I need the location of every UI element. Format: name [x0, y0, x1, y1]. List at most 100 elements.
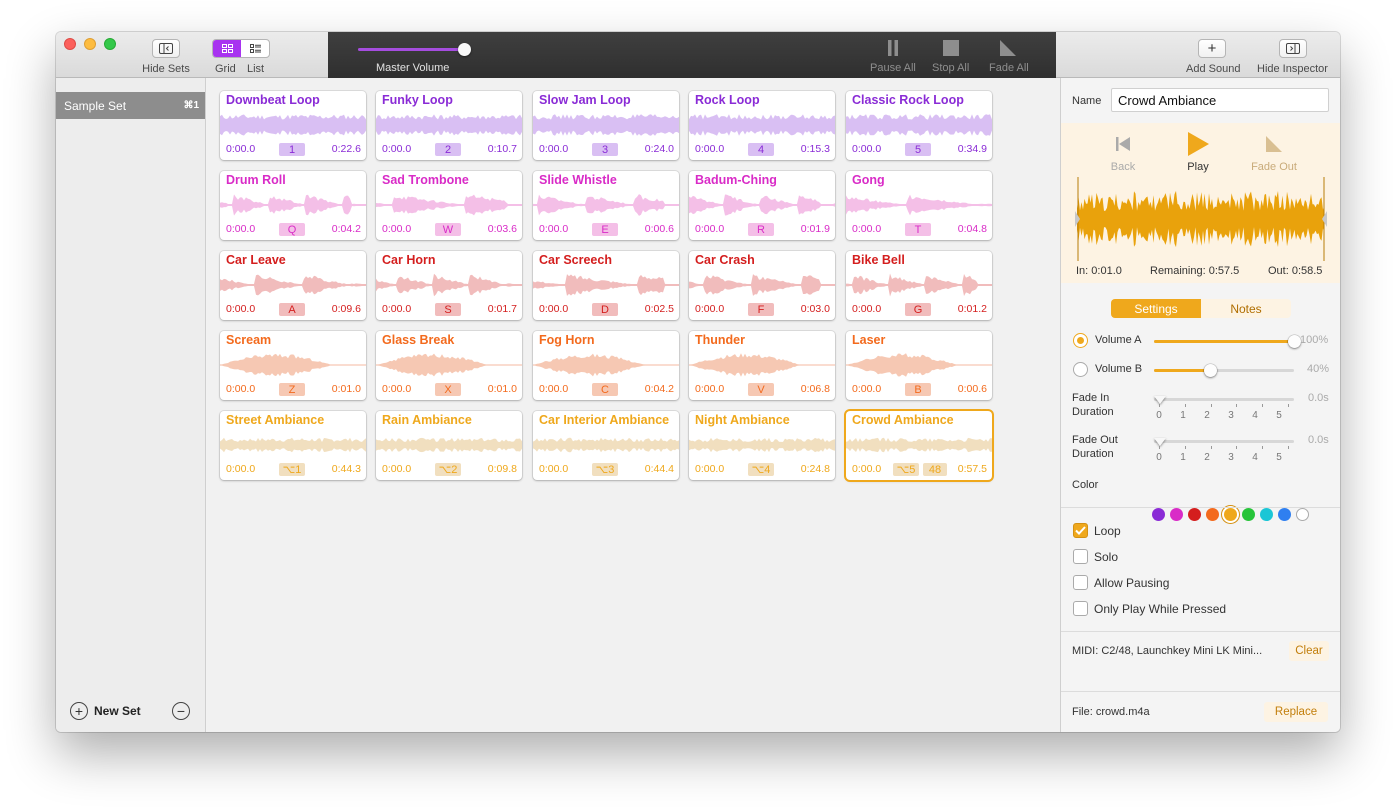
- inspector-tabs[interactable]: Settings Notes: [1111, 299, 1291, 318]
- waveform-shape: [689, 194, 835, 216]
- sound-tile[interactable]: Gong 0:00.0 T 0:04.8: [846, 171, 992, 240]
- start-time: 0:00.0: [852, 143, 882, 155]
- sound-tile[interactable]: Car Horn 0:00.0 S 0:01.7: [376, 251, 522, 320]
- hotkey-badge: ⌥5: [893, 463, 919, 476]
- set-item-sample-set[interactable]: Sample Set ⌘1: [56, 92, 205, 119]
- volume-b-knob[interactable]: [1204, 364, 1217, 377]
- sound-tile[interactable]: Car Interior Ambiance 0:00.0 ⌥3 0:44.4: [533, 411, 679, 480]
- sound-tile[interactable]: Drum Roll 0:00.0 Q 0:04.2: [220, 171, 366, 240]
- sound-tile[interactable]: Rock Loop 0:00.0 4 0:15.3: [689, 91, 835, 160]
- sound-tile[interactable]: Thunder 0:00.0 V 0:06.8: [689, 331, 835, 400]
- list-view-button[interactable]: [241, 40, 269, 57]
- sound-tile[interactable]: Classic Rock Loop 0:00.0 5 0:34.9: [846, 91, 992, 160]
- hide-sets-button[interactable]: [152, 39, 180, 58]
- sound-tile[interactable]: Fog Horn 0:00.0 C 0:04.2: [533, 331, 679, 400]
- fade-in-slider[interactable]: [1154, 398, 1294, 401]
- play-label: Play: [1187, 161, 1209, 173]
- fade-out-button[interactable]: Fade Out: [1249, 133, 1299, 173]
- volume-a-percent: 100%: [1300, 334, 1329, 346]
- color-swatch[interactable]: [1206, 508, 1219, 521]
- sound-tile[interactable]: Scream 0:00.0 Z 0:01.0: [220, 331, 366, 400]
- scale-5: 5: [1276, 452, 1282, 463]
- sound-tile-name: Downbeat Loop: [226, 93, 320, 107]
- sound-tile[interactable]: Car Leave 0:00.0 A 0:09.6: [220, 251, 366, 320]
- waveform-thumbnail: [533, 114, 679, 136]
- clear-midi-button[interactable]: Clear: [1289, 641, 1329, 661]
- scale-4: 4: [1252, 452, 1258, 463]
- fade-in-handle[interactable]: [1154, 396, 1166, 404]
- sound-tile[interactable]: Slow Jam Loop 0:00.0 3 0:24.0: [533, 91, 679, 160]
- solo-checkbox[interactable]: [1073, 549, 1088, 564]
- color-swatch[interactable]: [1152, 508, 1165, 521]
- set-item-shortcut: ⌘1: [183, 100, 199, 111]
- tab-settings[interactable]: Settings: [1111, 299, 1201, 318]
- sound-tile[interactable]: Downbeat Loop 0:00.0 1 0:22.6: [220, 91, 366, 160]
- hide-sets-label: Hide Sets: [142, 63, 190, 75]
- color-swatch[interactable]: [1260, 508, 1273, 521]
- hotkey-badge: ⌥1: [279, 463, 305, 476]
- sound-tile[interactable]: Car Screech 0:00.0 D 0:02.5: [533, 251, 679, 320]
- color-swatch[interactable]: [1296, 508, 1309, 521]
- set-item-label: Sample Set: [64, 98, 127, 113]
- plus-icon: +: [1207, 40, 1217, 57]
- sound-tile-name: Fog Horn: [539, 333, 595, 347]
- sound-tile[interactable]: Rain Ambiance 0:00.0 ⌥2 0:09.8: [376, 411, 522, 480]
- fade-out-slider[interactable]: [1154, 440, 1294, 443]
- color-swatch[interactable]: [1242, 508, 1255, 521]
- hide-inspector-button[interactable]: [1279, 39, 1307, 58]
- replace-file-button[interactable]: Replace: [1264, 702, 1328, 722]
- fade-out-handle[interactable]: [1154, 438, 1166, 446]
- waveform-thumbnail: [220, 274, 366, 296]
- hotkey-badge: S: [435, 303, 461, 316]
- master-volume-slider[interactable]: [358, 48, 466, 51]
- minimize-window-button[interactable]: [84, 38, 96, 50]
- sound-tile[interactable]: Crowd Ambiance 0:00.0 ⌥5 48 0:57.5: [846, 411, 992, 480]
- loop-checkbox[interactable]: [1073, 523, 1088, 538]
- sound-tile[interactable]: Laser 0:00.0 B 0:00.6: [846, 331, 992, 400]
- add-sound-button[interactable]: +: [1198, 39, 1226, 58]
- close-window-button[interactable]: [64, 38, 76, 50]
- tab-notes[interactable]: Notes: [1201, 299, 1291, 318]
- start-time: 0:00.0: [382, 383, 412, 395]
- sound-tile[interactable]: Badum-Ching 0:00.0 R 0:01.9: [689, 171, 835, 240]
- volume-a-slider[interactable]: [1154, 335, 1301, 348]
- sound-tile[interactable]: Glass Break 0:00.0 X 0:01.0: [376, 331, 522, 400]
- master-volume-knob[interactable]: [458, 43, 471, 56]
- sound-tile[interactable]: Night Ambiance 0:00.0 ⌥4 0:24.8: [689, 411, 835, 480]
- sound-tile[interactable]: Car Crash 0:00.0 F 0:03.0: [689, 251, 835, 320]
- name-field[interactable]: Crowd Ambiance: [1111, 88, 1329, 112]
- grid-view-button[interactable]: [213, 40, 241, 57]
- sound-tile[interactable]: Sad Trombone 0:00.0 W 0:03.6: [376, 171, 522, 240]
- new-set-button[interactable]: + New Set: [70, 702, 141, 720]
- volume-b-radio[interactable]: [1073, 362, 1088, 377]
- volume-a-radio[interactable]: [1073, 333, 1088, 348]
- sound-tile[interactable]: Slide Whistle 0:00.0 E 0:00.6: [533, 171, 679, 240]
- volume-b-slider[interactable]: [1154, 364, 1294, 377]
- sound-tile[interactable]: Funky Loop 0:00.0 2 0:10.7: [376, 91, 522, 160]
- duration: 0:01.2: [957, 303, 987, 315]
- waveform-editor[interactable]: [1075, 177, 1327, 261]
- color-swatch[interactable]: [1188, 508, 1201, 521]
- sound-tile[interactable]: Street Ambiance 0:00.0 ⌥1 0:44.3: [220, 411, 366, 480]
- hotkey-badge: 5: [905, 143, 931, 156]
- scale-4: 4: [1252, 410, 1258, 421]
- only-play-while-pressed-checkbox[interactable]: [1073, 601, 1088, 616]
- remaining-time: Remaining: 0:57.5: [1150, 265, 1240, 277]
- waveform-shape: [376, 273, 522, 297]
- scale-2: 2: [1204, 410, 1210, 421]
- back-button[interactable]: Back: [1098, 133, 1148, 173]
- color-swatch[interactable]: [1170, 508, 1183, 521]
- color-swatch[interactable]: [1278, 508, 1291, 521]
- color-swatch[interactable]: [1224, 508, 1237, 521]
- allow-pausing-checkbox[interactable]: [1073, 575, 1088, 590]
- sound-grid: Downbeat Loop 0:00.0 1 0:22.6 Funky Loop 0:00…: [207, 78, 1060, 732]
- hotkey-badge: E: [592, 223, 618, 236]
- sound-tile[interactable]: Bike Bell 0:00.0 G 0:01.2: [846, 251, 992, 320]
- zoom-window-button[interactable]: [104, 38, 116, 50]
- fade-out-tickmarks: [1159, 446, 1289, 450]
- play-button[interactable]: Play: [1173, 132, 1223, 173]
- view-mode-control[interactable]: [212, 39, 270, 58]
- pause-icon: [888, 40, 898, 56]
- duration: 0:02.5: [644, 303, 674, 315]
- remove-set-button[interactable]: −: [172, 702, 190, 720]
